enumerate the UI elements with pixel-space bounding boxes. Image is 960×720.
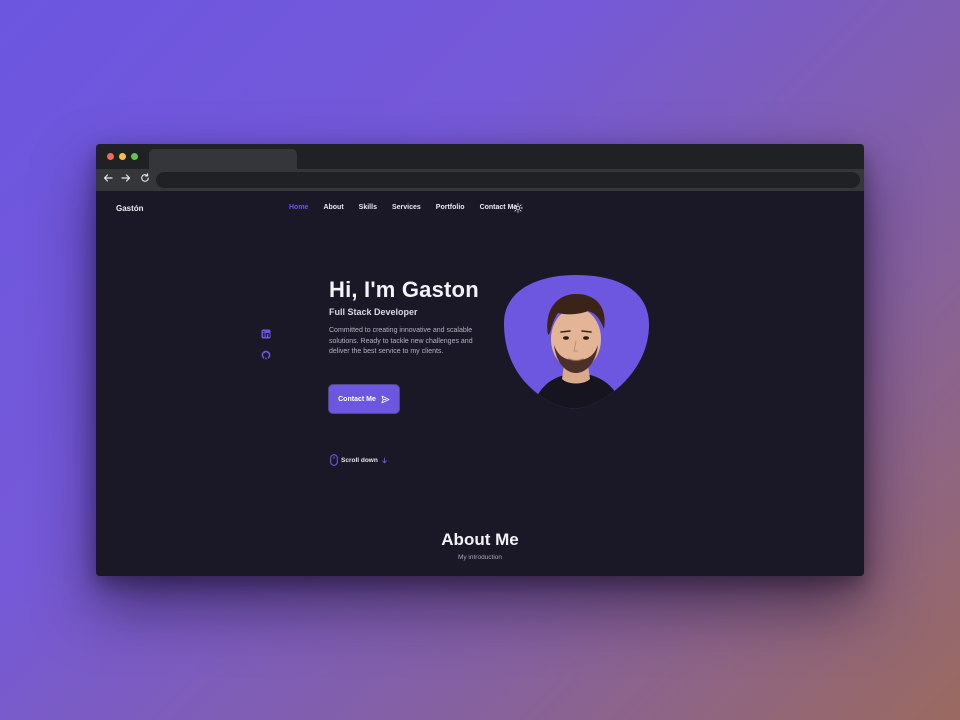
browser-toolbar [96, 169, 864, 191]
about-section-subtitle: My introduction [457, 554, 503, 561]
scroll-down-button[interactable]: Scroll down [330, 454, 388, 466]
arrow-right-icon [121, 174, 131, 182]
about-section-title: About Me [441, 530, 519, 549]
mouse-icon [330, 454, 338, 466]
nav-item-portfolio[interactable]: Portfolio [436, 204, 465, 211]
browser-window: Gastón Home About Skills Services Portfo… [96, 144, 864, 576]
linkedin-icon[interactable] [261, 329, 271, 339]
hero-description: Committed to creating innovative and sca… [329, 327, 473, 355]
contact-me-button[interactable]: Contact Me [329, 385, 399, 413]
nav-item-contact[interactable]: Contact Me [480, 204, 518, 211]
scroll-down-label: Scroll down [341, 456, 378, 464]
hero-title: Hi, I'm Gaston [329, 277, 479, 302]
contact-me-label: Contact Me [338, 395, 376, 403]
back-button[interactable] [101, 172, 115, 183]
browser-titlebar [96, 144, 864, 169]
nav-item-home[interactable]: Home [289, 204, 308, 211]
sun-icon[interactable] [513, 203, 523, 213]
site-logo[interactable]: Gastón [116, 204, 144, 213]
portfolio-page: Gastón Home About Skills Services Portfo… [96, 191, 864, 576]
address-bar[interactable] [156, 172, 860, 188]
arrow-down-icon [381, 456, 387, 463]
reload-icon [141, 173, 149, 182]
github-icon[interactable] [261, 350, 271, 360]
reload-button[interactable] [138, 172, 152, 183]
main-nav: Home About Skills Services Portfolio Con… [289, 204, 517, 211]
close-window-button[interactable] [107, 153, 114, 160]
profile-photo [504, 275, 649, 409]
nav-item-skills[interactable]: Skills [359, 204, 377, 211]
nav-item-about[interactable]: About [323, 204, 343, 211]
nav-item-services[interactable]: Services [392, 204, 421, 211]
maximize-window-button[interactable] [131, 153, 138, 160]
hero-subtitle: Full Stack Developer [329, 307, 418, 317]
arrow-left-icon [103, 174, 113, 182]
send-icon [381, 395, 390, 403]
forward-button[interactable] [119, 172, 133, 183]
browser-tab[interactable] [149, 149, 297, 169]
minimize-window-button[interactable] [119, 153, 126, 160]
